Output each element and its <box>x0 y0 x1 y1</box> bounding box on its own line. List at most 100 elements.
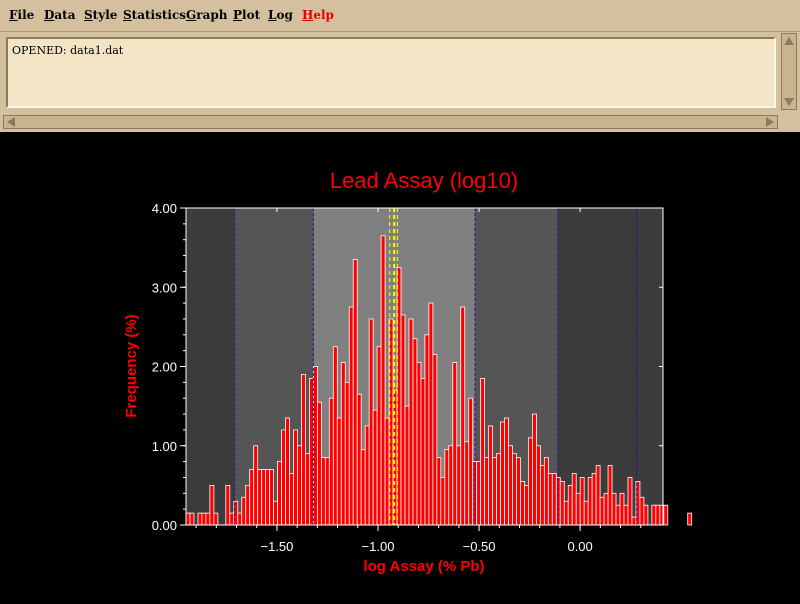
histogram-bar <box>320 457 326 526</box>
histogram-bar <box>185 512 191 526</box>
histogram-bar <box>313 366 318 526</box>
histogram-bar <box>512 453 517 526</box>
log-horizontal-scrollbar[interactable] <box>3 115 778 129</box>
histogram-bar <box>508 445 513 526</box>
scroll-up-arrow-icon[interactable] <box>784 37 794 45</box>
histogram-bar <box>416 362 422 526</box>
histogram-bar <box>631 516 637 526</box>
histogram-bar <box>444 449 450 526</box>
histogram-bar <box>237 512 243 526</box>
histogram-bar <box>607 465 613 526</box>
histogram-bar <box>257 469 263 526</box>
background-band <box>186 208 235 525</box>
scroll-right-arrow-icon[interactable] <box>766 117 774 127</box>
histogram-bar <box>440 477 446 526</box>
x-tick-label: 0.00 <box>567 539 592 554</box>
menu-label-rest: ile <box>17 8 35 22</box>
histogram-bar <box>376 346 382 526</box>
menu-mnemonic: G <box>186 8 197 22</box>
menu-label-rest: tyle <box>92 8 118 22</box>
menu-help[interactable]: Help <box>302 8 334 22</box>
menu-label-rest: ata <box>54 8 76 22</box>
histogram-bar <box>567 484 573 526</box>
histogram-bar <box>595 465 601 526</box>
menu-style[interactable]: Style <box>84 8 117 22</box>
histogram-bar <box>372 409 378 526</box>
histogram-bar <box>380 235 386 526</box>
menu-plot[interactable]: Plot <box>233 8 260 22</box>
histogram-bar <box>197 512 203 526</box>
histogram-bar <box>297 445 302 526</box>
histogram-bar <box>492 457 497 526</box>
plot-area: −1.50 −1.00 −0.50 0.00 0.00 1.00 2.00 3.00 4.00 … <box>0 132 800 600</box>
histogram-bar <box>265 469 271 526</box>
histogram-bar <box>615 504 621 526</box>
histogram-bar <box>639 496 645 526</box>
histogram-bar <box>464 441 470 526</box>
histogram-bar <box>360 449 366 526</box>
menu-label-rest: elp <box>313 8 334 22</box>
histogram-bar <box>328 397 334 526</box>
histogram-bar <box>611 492 617 526</box>
histogram-bar <box>241 496 247 526</box>
histogram-bar <box>583 500 589 526</box>
histogram-bar <box>528 437 533 526</box>
histogram-bar <box>448 445 454 526</box>
histogram-bar <box>643 504 649 526</box>
histogram-bar <box>452 362 458 526</box>
histogram-bar <box>524 484 529 526</box>
scroll-down-arrow-icon[interactable] <box>784 98 794 106</box>
histogram-bar <box>587 477 593 526</box>
menu-statistics[interactable]: Statistics <box>123 8 186 22</box>
histogram-bar <box>408 318 414 526</box>
scroll-left-arrow-icon[interactable] <box>7 117 15 127</box>
y-tick-label: 2.00 <box>152 360 177 375</box>
menu-label-rest: raph <box>196 8 228 22</box>
histogram-bar <box>579 477 585 526</box>
histogram-bar <box>324 457 330 526</box>
histogram-bar <box>352 259 358 526</box>
histogram-bar <box>424 334 430 526</box>
y-tick-label: 1.00 <box>152 439 177 454</box>
menu-data[interactable]: Data <box>44 8 76 22</box>
log-vertical-scrollbar[interactable] <box>781 33 797 110</box>
y-tick-label: 0.00 <box>152 518 177 533</box>
histogram-bar <box>428 302 434 526</box>
histogram-bar <box>543 457 549 526</box>
histogram-bar <box>249 469 255 526</box>
histogram-bar <box>348 306 354 526</box>
histogram-bar <box>460 306 466 526</box>
histogram-bar <box>368 318 374 526</box>
histogram-bar <box>277 461 282 526</box>
histogram-bar <box>340 362 346 526</box>
histogram-bar <box>496 453 501 526</box>
menu-file[interactable]: File <box>9 8 34 22</box>
histogram-bar <box>484 457 490 526</box>
histogram-bar <box>655 504 661 526</box>
menu-label-rest: og <box>276 8 293 22</box>
histogram-bar <box>293 429 298 526</box>
histogram-bar <box>229 512 235 526</box>
histogram-bar <box>253 445 259 526</box>
histogram-bar <box>225 484 231 526</box>
histogram-bar <box>436 457 442 526</box>
menu-mnemonic: P <box>233 8 243 22</box>
menu-mnemonic: S <box>123 8 132 22</box>
log-textbox[interactable]: OPENED: data1.dat <box>6 37 776 108</box>
menu-log[interactable]: Log <box>268 8 293 22</box>
histogram-bar <box>516 457 521 526</box>
histogram-bar <box>273 500 278 526</box>
histogram-bar <box>627 477 633 526</box>
histogram-bar <box>336 417 342 526</box>
histogram-bar <box>261 469 267 526</box>
histogram-bar <box>400 314 406 526</box>
histogram-bar <box>281 429 286 526</box>
menu-mnemonic: H <box>302 8 314 22</box>
histogram-bar <box>213 512 219 526</box>
menu-graph[interactable]: Graph <box>186 8 227 22</box>
histogram-bar <box>301 374 306 526</box>
histogram-bar <box>591 473 597 526</box>
histogram-bar <box>305 453 310 526</box>
histogram-bar <box>563 500 569 526</box>
histogram-bar <box>309 377 314 526</box>
